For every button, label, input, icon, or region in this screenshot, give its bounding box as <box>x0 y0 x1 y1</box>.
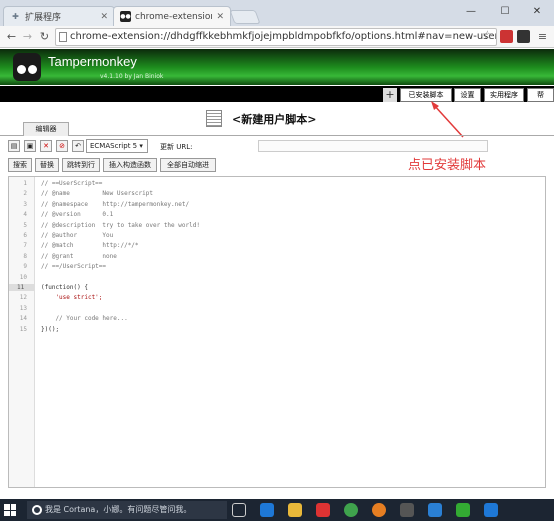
windows-start-icon[interactable] <box>4 504 16 516</box>
tab-utilities[interactable]: 实用程序 <box>484 88 524 102</box>
save-icon[interactable]: ▣ <box>24 140 36 152</box>
line-number: 15 <box>19 325 27 333</box>
add-script-button[interactable]: + <box>383 88 397 102</box>
auto-indent-button[interactable]: 全部自动缩进 <box>160 158 216 172</box>
line-number: 7 <box>23 242 27 250</box>
line-number: 14 <box>19 315 27 323</box>
page-icon <box>59 32 67 42</box>
close-window-button[interactable]: ✕ <box>522 0 552 22</box>
update-url-label: 更新 URL: <box>160 143 193 151</box>
url-text: chrome-extension://dhdgffkkebhmkfjojejmp… <box>70 31 497 42</box>
tampermonkey-header: Tampermonkey v4.1.10 by Jan Biniok <box>0 49 554 85</box>
close-file-icon[interactable]: ✕ <box>40 140 52 152</box>
line-number: 4 <box>23 211 27 219</box>
task-view-icon[interactable] <box>232 503 246 517</box>
tab-help[interactable]: 帮 <box>527 88 554 102</box>
editor-tabbar: 编辑器 <box>0 121 554 136</box>
app-icon[interactable] <box>484 503 498 517</box>
tab-extensions[interactable]: ✚ 扩展程序 ✕ <box>3 6 115 26</box>
replace-button[interactable]: 替换 <box>35 158 59 172</box>
language-select[interactable]: ECMAScript 5 ▾ <box>86 139 148 153</box>
tab-editor[interactable]: 编辑器 <box>23 122 69 136</box>
new-icon[interactable]: ▤ <box>8 140 20 152</box>
goto-line-button[interactable]: 跳转到行 <box>62 158 100 172</box>
cortana-placeholder: 我是 Cortana，小娜。有问题尽管问我。 <box>45 505 192 514</box>
line-number: 10 <box>19 273 27 281</box>
maximize-button[interactable]: ☐ <box>490 0 520 22</box>
close-icon[interactable]: ✕ <box>100 12 108 22</box>
code-line: // ==UserScript== <box>41 180 103 187</box>
edge-icon[interactable] <box>260 503 274 517</box>
new-tab-button[interactable] <box>229 10 261 24</box>
delete-icon[interactable]: ⊘ <box>56 140 68 152</box>
browser-toolbar: ← → ↻ chrome-extension://dhdgffkkebhmkfj… <box>0 26 554 48</box>
reload-icon[interactable]: ↻ <box>37 29 52 44</box>
chrome-icon[interactable] <box>344 503 358 517</box>
update-url-input[interactable] <box>258 140 488 152</box>
line-number: 8 <box>23 252 27 260</box>
code-line: // @version 0.1 <box>41 211 114 219</box>
line-number: 9 <box>23 263 27 271</box>
bookmark-star-icon[interactable]: ☆ <box>482 28 493 42</box>
tab-strip: ✚ 扩展程序 ✕ ●● chrome-extension://dh ✕ — ☐ … <box>0 0 554 26</box>
app-icon[interactable] <box>400 503 414 517</box>
version-text: v4.1.10 by Jan Biniok <box>100 73 164 80</box>
tab-label: chrome-extension://dh <box>135 11 212 22</box>
windows-taskbar: 我是 Cortana，小娜。有问题尽管问我。 <box>0 499 554 521</box>
tampermonkey-icon: ●● <box>120 11 131 22</box>
line-number: 1 <box>23 180 27 187</box>
address-bar[interactable]: chrome-extension://dhdgffkkebhmkfjojejmp… <box>55 28 497 46</box>
line-number: 6 <box>23 232 27 239</box>
tampermonkey-logo-icon <box>13 53 41 81</box>
app-title: Tampermonkey <box>48 54 137 69</box>
close-icon[interactable]: ✕ <box>216 12 224 22</box>
extension-icon[interactable] <box>500 30 513 43</box>
puzzle-icon: ✚ <box>12 12 19 21</box>
forward-arrow-icon[interactable]: → <box>20 29 35 44</box>
undo-icon[interactable]: ↶ <box>72 140 84 152</box>
search-button[interactable]: 搜索 <box>8 158 32 172</box>
code-line: // ==/UserScript== <box>41 263 107 271</box>
line-number: 13 <box>19 304 27 312</box>
file-explorer-icon[interactable] <box>288 503 302 517</box>
minimize-button[interactable]: — <box>456 0 486 22</box>
code-line: // @namespace http://tampermonkey.net/ <box>41 200 190 208</box>
line-number: 11 <box>9 284 35 291</box>
line-number: 2 <box>23 190 27 198</box>
line-number: 5 <box>23 221 27 229</box>
back-arrow-icon[interactable]: ← <box>4 29 19 44</box>
code-line: // @grant none <box>41 252 117 260</box>
code-line: })(); <box>41 325 60 333</box>
code-editor[interactable]: 1 // ==UserScript== 2 // @name New Userscri… <box>8 176 546 488</box>
code-line: // Your code here... <box>41 315 128 323</box>
annotation-text: 点已安装脚本 <box>408 158 487 173</box>
tampermonkey-extension-icon[interactable] <box>517 30 530 43</box>
tab-tampermonkey[interactable]: ●● chrome-extension://dh ✕ <box>113 6 231 26</box>
line-number: 12 <box>19 294 27 302</box>
code-line: // @match http://*/* <box>41 242 139 250</box>
firefox-icon[interactable] <box>372 503 386 517</box>
cortana-search-box[interactable]: 我是 Cortana，小娜。有问题尽管问我。 <box>27 501 227 519</box>
code-line: // @author You <box>41 232 114 239</box>
line-number: 3 <box>23 200 27 208</box>
cortana-icon <box>32 505 42 515</box>
insert-constructor-button[interactable]: 插入构造函数 <box>103 158 157 172</box>
code-line: 'use strict'; <box>41 294 103 302</box>
tampermonkey-nav: + 已安装脚本 设置 实用程序 帮 <box>0 86 554 102</box>
menu-icon[interactable]: ≡ <box>535 29 550 44</box>
code-line: // @name New Userscript <box>41 190 153 198</box>
code-line: // @description try to take over the wor… <box>41 221 200 229</box>
tab-label: 扩展程序 <box>25 13 62 23</box>
app-icon[interactable] <box>316 503 330 517</box>
code-line: (function() { <box>41 284 88 291</box>
wechat-icon[interactable] <box>456 503 470 517</box>
app-icon[interactable] <box>428 503 442 517</box>
